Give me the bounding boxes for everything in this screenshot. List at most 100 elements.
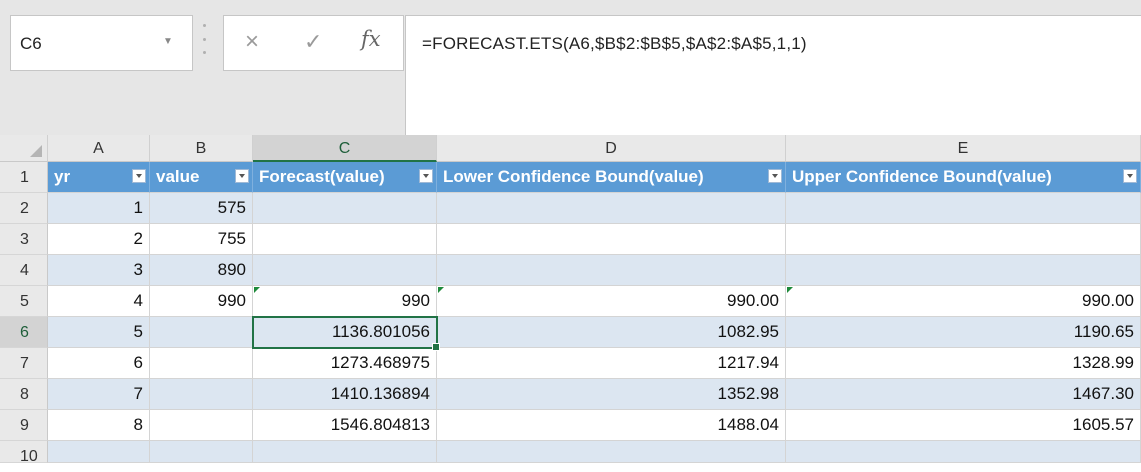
formula-input[interactable]: =FORECAST.ETS(A6,$B$2:$B$5,$A$2:$A$5,1,1… <box>405 15 1141 135</box>
cell-c6[interactable]: 1136.801056 <box>253 317 437 348</box>
cell-e6[interactable]: 1190.65 <box>786 317 1141 348</box>
cell-c3[interactable] <box>253 224 437 255</box>
cell-a9[interactable]: 8 <box>48 410 150 441</box>
filter-dropdown-icon[interactable] <box>235 169 249 183</box>
table-row: 7 6 1273.468975 1217.94 1328.99 <box>0 348 1141 379</box>
cell-d7[interactable]: 1217.94 <box>437 348 786 379</box>
column-header-c[interactable]: C <box>253 135 437 162</box>
filter-dropdown-icon[interactable] <box>132 169 146 183</box>
cell-b4[interactable]: 890 <box>150 255 253 286</box>
cell-c2[interactable] <box>253 193 437 224</box>
column-header-e[interactable]: E <box>786 135 1141 162</box>
drag-handle-icon[interactable] <box>201 24 207 54</box>
cell-value: 990.00 <box>1082 291 1134 310</box>
cell-a5[interactable]: 4 <box>48 286 150 317</box>
cell-value: 1 <box>133 198 143 217</box>
filter-dropdown-icon[interactable] <box>768 169 782 183</box>
cell-b5[interactable]: 990 <box>150 286 253 317</box>
column-header-b[interactable]: B <box>150 135 253 162</box>
cell-value: 1190.65 <box>1073 322 1134 341</box>
cancel-icon[interactable]: × <box>245 28 259 56</box>
cell-value: 575 <box>217 198 246 217</box>
cell-b8[interactable] <box>150 379 253 410</box>
table-row: 10 <box>0 441 1141 465</box>
cell-c7[interactable]: 1273.468975 <box>253 348 437 379</box>
cell-value: 1136.801056 <box>331 322 430 341</box>
row-header-10[interactable]: 10 <box>0 441 48 465</box>
cell-b9[interactable] <box>150 410 253 441</box>
table-row: 8 7 1410.136894 1352.98 1467.30 <box>0 379 1141 410</box>
cell-d8[interactable]: 1352.98 <box>437 379 786 410</box>
error-indicator-icon[interactable] <box>254 287 260 293</box>
table-row: 6 5 1136.801056 1082.95 1190.65 <box>0 317 1141 348</box>
header-cell-e[interactable]: Upper Confidence Bound(value) <box>786 162 1141 193</box>
table-row: 2 1 575 <box>0 193 1141 224</box>
table-row: 9 8 1546.804813 1488.04 1605.57 <box>0 410 1141 441</box>
cell-b10[interactable] <box>150 441 253 463</box>
cell-e10[interactable] <box>786 441 1141 463</box>
cell-a7[interactable]: 6 <box>48 348 150 379</box>
filter-dropdown-icon[interactable] <box>1123 169 1137 183</box>
header-cell-d[interactable]: Lower Confidence Bound(value) <box>437 162 786 193</box>
error-indicator-icon[interactable] <box>787 287 793 293</box>
header-cell-b[interactable]: value <box>150 162 253 193</box>
cell-d3[interactable] <box>437 224 786 255</box>
enter-icon[interactable]: ✓ <box>304 29 322 55</box>
cell-d4[interactable] <box>437 255 786 286</box>
cell-d6[interactable]: 1082.95 <box>437 317 786 348</box>
cell-e5[interactable]: 990.00 <box>786 286 1141 317</box>
cell-a10[interactable] <box>48 441 150 463</box>
cell-a8[interactable]: 7 <box>48 379 150 410</box>
cell-a2[interactable]: 1 <box>48 193 150 224</box>
cell-b7[interactable] <box>150 348 253 379</box>
cell-e9[interactable]: 1605.57 <box>786 410 1141 441</box>
cell-b6[interactable] <box>150 317 253 348</box>
cell-e3[interactable] <box>786 224 1141 255</box>
chevron-down-icon[interactable]: ▼ <box>163 36 173 47</box>
select-all-button[interactable] <box>0 135 48 162</box>
row-header-4[interactable]: 4 <box>0 255 48 286</box>
cell-a4[interactable]: 3 <box>48 255 150 286</box>
header-cell-c[interactable]: Forecast(value) <box>253 162 437 193</box>
cell-a6[interactable]: 5 <box>48 317 150 348</box>
cell-d10[interactable] <box>437 441 786 463</box>
cell-value: 1605.57 <box>1072 415 1134 434</box>
row-header-8[interactable]: 8 <box>0 379 48 410</box>
cell-e4[interactable] <box>786 255 1141 286</box>
cell-e7[interactable]: 1328.99 <box>786 348 1141 379</box>
row-header-1[interactable]: 1 <box>0 162 48 193</box>
cell-value: 8 <box>133 415 143 434</box>
row-header-9[interactable]: 9 <box>0 410 48 441</box>
cell-value: 1467.30 <box>1072 384 1134 403</box>
row-header-7[interactable]: 7 <box>0 348 48 379</box>
cell-value: 1082.95 <box>717 322 779 341</box>
cell-c5[interactable]: 990 <box>253 286 437 317</box>
row-header-2[interactable]: 2 <box>0 193 48 224</box>
header-cell-a[interactable]: yr <box>48 162 150 193</box>
cell-a3[interactable]: 2 <box>48 224 150 255</box>
cell-d5[interactable]: 990.00 <box>437 286 786 317</box>
cell-b2[interactable]: 575 <box>150 193 253 224</box>
column-header-a[interactable]: A <box>48 135 150 162</box>
row-header-5[interactable]: 5 <box>0 286 48 317</box>
cell-d2[interactable] <box>437 193 786 224</box>
row-header-3[interactable]: 3 <box>0 224 48 255</box>
cell-c9[interactable]: 1546.804813 <box>253 410 437 441</box>
cell-d9[interactable]: 1488.04 <box>437 410 786 441</box>
cell-c8[interactable]: 1410.136894 <box>253 379 437 410</box>
cell-c4[interactable] <box>253 255 437 286</box>
error-indicator-icon[interactable] <box>438 287 444 293</box>
cell-e2[interactable] <box>786 193 1141 224</box>
insert-function-icon[interactable]: fx <box>361 27 381 51</box>
cell-value: 1352.98 <box>717 384 779 403</box>
cell-e8[interactable]: 1467.30 <box>786 379 1141 410</box>
cell-value: Upper Confidence Bound(value) <box>792 167 1052 186</box>
column-header-d[interactable]: D <box>437 135 786 162</box>
cell-value: 1546.804813 <box>330 415 430 434</box>
filter-dropdown-icon[interactable] <box>419 169 433 183</box>
name-box[interactable]: C6 ▼ <box>10 15 193 71</box>
cell-c10[interactable] <box>253 441 437 463</box>
row-header-6[interactable]: 6 <box>0 317 48 348</box>
cell-b3[interactable]: 755 <box>150 224 253 255</box>
cell-value: 1410.136894 <box>330 384 430 403</box>
